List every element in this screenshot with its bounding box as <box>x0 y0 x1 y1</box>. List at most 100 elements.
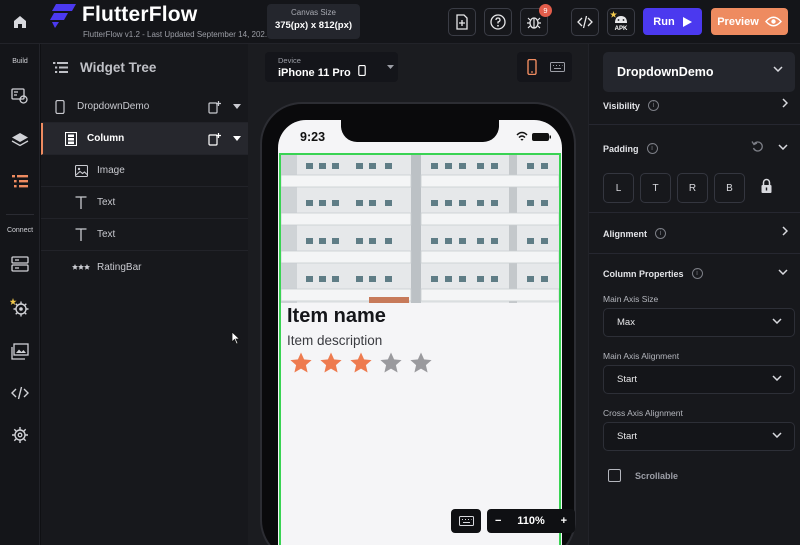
column-properties-header[interactable]: Column Properties i <box>603 268 703 279</box>
debug-button[interactable]: 9 <box>520 4 552 36</box>
building-image[interactable] <box>281 155 559 303</box>
device-label: Device <box>278 56 301 65</box>
apk-download-button[interactable]: APK <box>607 8 635 36</box>
settings-icon <box>12 427 28 443</box>
rail-item-settings-gear[interactable] <box>9 297 31 319</box>
preview-mode-toggle <box>517 52 572 82</box>
chevron-down-icon[interactable] <box>778 144 788 150</box>
build-section-label: Build <box>12 58 28 65</box>
rating-icon <box>72 260 90 274</box>
phone-frame: 9:23 Item name Item description <box>260 102 576 545</box>
phone-screen: 9:23 Item name Item description <box>278 120 562 545</box>
rail-item-ui-builder[interactable] <box>9 85 31 107</box>
alignment-section-header[interactable]: Alignment i <box>603 228 666 239</box>
scrollable-checkbox[interactable] <box>608 469 621 482</box>
rail-item-settings[interactable] <box>9 424 31 446</box>
main-axis-alignment-value: Start <box>617 374 638 385</box>
star-icon <box>610 11 617 18</box>
top-bar: FlutterFlow FlutterFlow v1.2 - Last Upda… <box>0 0 800 44</box>
mobile-mode-icon[interactable] <box>527 59 537 75</box>
star-empty-icon[interactable] <box>379 351 403 375</box>
main-axis-size-dropdown[interactable]: Max <box>603 308 795 337</box>
main-axis-alignment-dropdown[interactable]: Start <box>603 365 795 394</box>
zoom-out-button[interactable]: − <box>495 515 501 527</box>
item-name-text[interactable]: Item name <box>287 305 386 328</box>
keyboard-icon[interactable] <box>550 62 565 72</box>
image-icon <box>74 164 88 178</box>
padding-section-header[interactable]: Padding i <box>603 143 658 154</box>
add-page-icon <box>456 14 468 30</box>
info-icon: i <box>646 143 658 154</box>
mouse-cursor-icon <box>231 331 241 345</box>
ui-builder-icon <box>11 88 28 104</box>
chevron-down-icon <box>773 66 783 72</box>
preview-button[interactable]: Preview <box>711 8 788 35</box>
chevron-down-icon[interactable] <box>233 133 241 144</box>
tree-item-label: RatingBar <box>97 261 142 273</box>
widget-tree-header-icon <box>53 62 68 73</box>
star-filled-icon[interactable] <box>319 351 343 375</box>
rail-item-layers[interactable] <box>9 129 31 151</box>
rail-item-firestore[interactable] <box>9 253 31 275</box>
device-selector[interactable]: Device iPhone 11 Pro <box>265 52 398 82</box>
widget-tree-icon <box>12 175 28 188</box>
code-view-button[interactable] <box>571 8 599 36</box>
tree-item-image[interactable]: Image <box>41 155 248 187</box>
cross-axis-alignment-dropdown[interactable]: Start <box>603 422 795 451</box>
help-button[interactable] <box>484 8 512 36</box>
keyboard-toggle-button[interactable] <box>451 509 481 533</box>
new-page-button[interactable] <box>448 8 476 36</box>
rail-item-widget-tree[interactable] <box>9 170 31 192</box>
tree-item-label: Column <box>87 133 125 144</box>
column-widget[interactable]: Item name Item description <box>279 153 561 545</box>
item-description-text[interactable]: Item description <box>287 333 382 348</box>
media-icon <box>11 342 29 360</box>
add-widget-icon[interactable] <box>208 132 222 146</box>
star-empty-icon[interactable] <box>409 351 433 375</box>
column-properties-label: Column Properties <box>603 268 684 279</box>
tree-item-text[interactable]: Text <box>41 187 248 219</box>
chevron-down-icon[interactable] <box>778 269 788 275</box>
rail-item-custom-code[interactable] <box>9 382 31 404</box>
add-widget-icon[interactable] <box>208 100 222 114</box>
widget-selector-dropdown[interactable]: DropdownDemo <box>603 52 795 92</box>
visibility-section-header[interactable]: Visibility i <box>603 100 659 111</box>
tree-item-text[interactable]: Text <box>41 219 248 251</box>
padding-bottom-box[interactable]: B <box>714 173 745 203</box>
preview-label: Preview <box>717 15 759 28</box>
tree-item-label: Text <box>97 229 116 240</box>
star-filled-icon[interactable] <box>349 351 373 375</box>
padding-top-box[interactable]: T <box>640 173 671 203</box>
building-photo <box>281 155 559 303</box>
apk-label: APK <box>614 26 628 32</box>
main-axis-size-value: Max <box>617 317 635 328</box>
widget-tree-header: Widget Tree <box>53 60 156 75</box>
device-name: iPhone 11 Pro <box>278 67 351 79</box>
section-divider <box>589 253 800 254</box>
tree-item-dropdowndemo[interactable]: DropdownDemo <box>41 91 248 123</box>
phone-icon <box>358 64 366 77</box>
padding-left-box[interactable]: L <box>603 173 634 203</box>
padding-right-box[interactable]: R <box>677 173 708 203</box>
canvas-size-label: Canvas Size <box>291 8 336 17</box>
reset-icon[interactable] <box>751 140 764 153</box>
star-filled-icon[interactable] <box>289 351 313 375</box>
chevron-down-icon[interactable] <box>233 101 241 112</box>
rail-item-media[interactable] <box>9 340 31 362</box>
lock-icon[interactable] <box>760 178 773 194</box>
chevron-right-icon[interactable] <box>782 98 788 108</box>
tree-item-ratingbar[interactable]: RatingBar <box>41 251 248 283</box>
custom-code-icon <box>11 386 29 400</box>
info-icon: i <box>691 268 703 279</box>
zoom-in-button[interactable]: + <box>561 515 567 527</box>
canvas-size-display[interactable]: Canvas Size 375(px) x 812(px) <box>267 4 360 39</box>
tree-item-column[interactable]: Column <box>41 123 248 155</box>
chevron-right-icon[interactable] <box>782 226 788 236</box>
main-axis-alignment-label: Main Axis Alignment <box>603 351 680 361</box>
phone-icon <box>53 99 67 114</box>
flutterflow-logo <box>50 4 76 28</box>
connect-section-label: Connect <box>6 227 34 234</box>
rating-bar[interactable] <box>289 351 433 375</box>
run-button[interactable]: Run <box>643 8 702 35</box>
home-button[interactable] <box>0 0 40 44</box>
